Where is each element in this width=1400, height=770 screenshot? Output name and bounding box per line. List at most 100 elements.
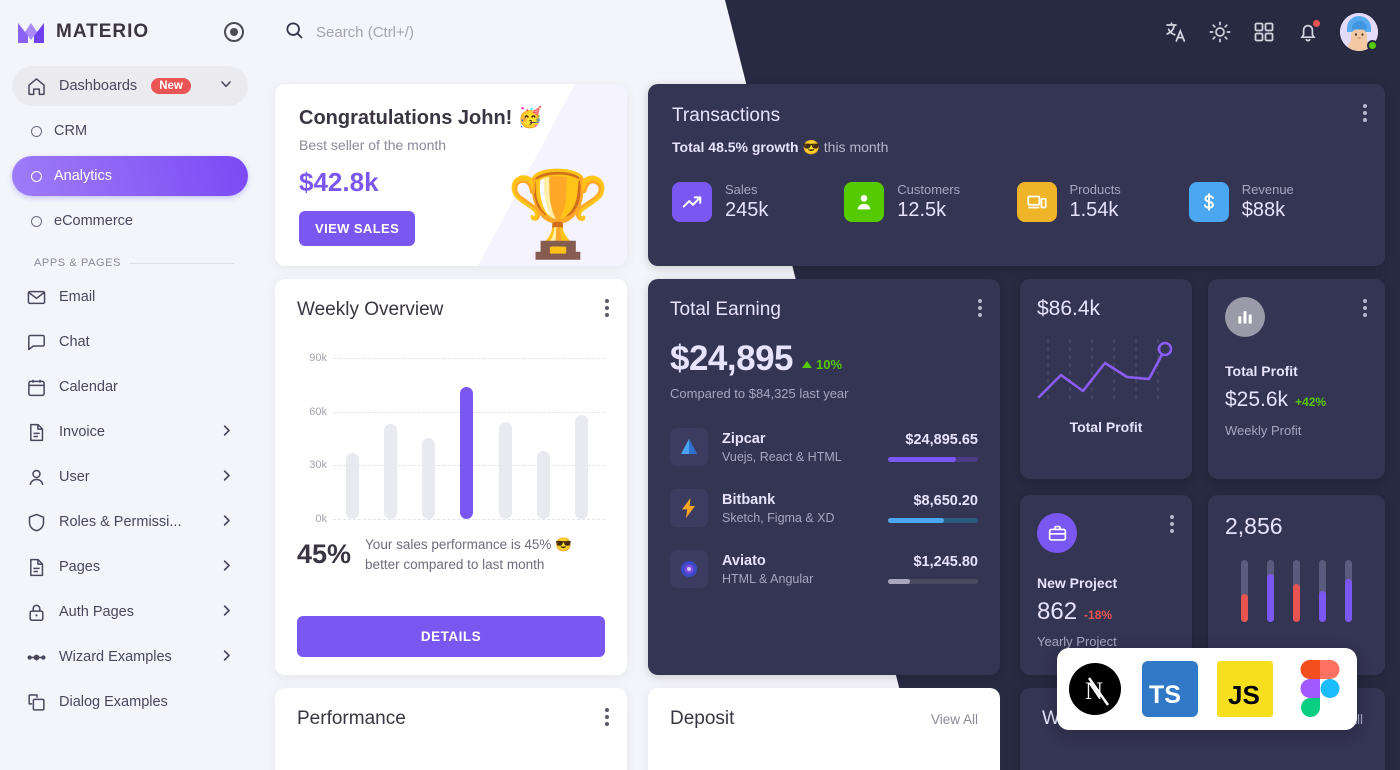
avatar[interactable] xyxy=(1340,13,1378,51)
figma-logo-icon[interactable] xyxy=(1292,660,1348,717)
sidebar-item-chat[interactable]: Chat xyxy=(12,322,248,362)
earning-menu-button[interactable] xyxy=(974,295,986,321)
aviato-logo-icon xyxy=(670,550,708,588)
chat-icon xyxy=(26,332,47,353)
new-project-menu-button[interactable] xyxy=(1166,511,1178,537)
progress-bar xyxy=(888,518,978,523)
sidebar-item-pages[interactable]: Pages xyxy=(12,547,248,587)
list-item[interactable]: Bitbank Sketch, Figma & XD $8,650.20 xyxy=(670,489,978,527)
chart-bar xyxy=(1292,583,1300,622)
svg-text:JS: JS xyxy=(1228,680,1260,710)
weekly-menu-button[interactable] xyxy=(601,295,613,321)
stat-products: Products 1.54k xyxy=(1016,182,1189,222)
chevron-right-icon[interactable] xyxy=(219,648,234,667)
item-name: Aviato xyxy=(722,552,766,569)
chart-y-tick: 90k xyxy=(309,351,327,364)
copy-icon xyxy=(26,692,47,713)
earning-delta-value: 10% xyxy=(816,357,843,372)
sidebar-item-label: Calendar xyxy=(59,379,118,395)
sidebar-item-auth-pages[interactable]: Auth Pages xyxy=(12,592,248,632)
sidebar-section-label: APPS & PAGES xyxy=(34,257,234,269)
new-project-delta: -18% xyxy=(1084,608,1113,622)
sidebar-item-label: Roles & Permissi... xyxy=(59,514,182,530)
weekly-overview-card: Weekly Overview 0k 30k 60k 90k 45% Your sal… xyxy=(275,279,627,675)
earning-comparison: Compared to $84,325 last year xyxy=(670,386,849,401)
sidebar: MATERIO Dashboards New CRM Analytics eCo… xyxy=(0,0,260,770)
new-project-value-row: 862 -18% xyxy=(1037,598,1175,626)
notification-bell-icon[interactable] xyxy=(1296,19,1321,44)
transactions-period: this month xyxy=(823,139,889,155)
performance-note-line1: Your sales performance is 45% 😎 xyxy=(365,537,572,552)
divider xyxy=(129,262,234,264)
sidebar-item-ecommerce[interactable]: eCommerce xyxy=(12,201,248,241)
file-icon xyxy=(26,557,47,578)
performance-note: Your sales performance is 45% 😎 better c… xyxy=(365,535,572,574)
svg-text:TS: TS xyxy=(1149,681,1181,709)
view-sales-button[interactable]: VIEW SALES xyxy=(299,211,416,246)
new-project-caption: Yearly Project xyxy=(1037,634,1117,649)
details-button[interactable]: DETAILS xyxy=(297,616,605,657)
typescript-logo-icon[interactable]: TS xyxy=(1141,661,1198,717)
stat-label: Sales xyxy=(725,182,758,197)
sidebar-nav: Dashboards New CRM Analytics eCommerce A… xyxy=(0,66,260,722)
sessions-value: 2,856 xyxy=(1225,513,1283,539)
sidebar-item-label: CRM xyxy=(54,123,88,139)
chart-bar xyxy=(498,422,512,519)
weekly-profit-menu-button[interactable] xyxy=(1359,295,1371,321)
stat-value: 1.54k xyxy=(1069,199,1119,221)
chart-bar xyxy=(345,452,359,519)
file-icon xyxy=(26,422,47,443)
chart-bar-track xyxy=(1240,560,1248,622)
sidebar-item-analytics[interactable]: Analytics xyxy=(12,156,248,196)
apps-grid-icon[interactable] xyxy=(1252,20,1276,44)
sidebar-item-invoice[interactable]: Invoice xyxy=(12,412,248,452)
chevron-right-icon[interactable] xyxy=(219,423,234,442)
translate-icon[interactable] xyxy=(1164,20,1188,44)
transactions-menu-button[interactable] xyxy=(1359,100,1371,126)
stat-revenue: Revenue $88k xyxy=(1188,182,1361,222)
sidebar-item-calendar[interactable]: Calendar xyxy=(12,367,248,407)
chevron-right-icon[interactable] xyxy=(219,558,234,577)
nextjs-logo-icon[interactable]: N xyxy=(1067,661,1123,717)
performance-menu-button[interactable] xyxy=(601,704,613,730)
item-value: $24,895.65 xyxy=(905,432,978,448)
search-bar[interactable] xyxy=(284,20,636,45)
shield-icon xyxy=(26,512,47,533)
performance-summary: 45% Your sales performance is 45% 😎 bett… xyxy=(297,535,605,574)
theme-sun-icon[interactable] xyxy=(1208,20,1232,44)
sidebar-item-user[interactable]: User xyxy=(12,457,248,497)
transactions-card: Transactions Total 48.5% growth 😎 this m… xyxy=(648,84,1385,266)
stat-value: 12.5k xyxy=(897,199,947,221)
earning-list: Zipcar Vuejs, React & HTML $24,895.65 Bi… xyxy=(670,428,978,588)
trophy-icon: 🏆 xyxy=(506,167,611,261)
total-profit-sparkline xyxy=(1037,339,1173,401)
sunglasses-emoji-icon: 😎 xyxy=(802,139,820,155)
chevron-right-icon[interactable] xyxy=(219,468,234,487)
chevron-right-icon[interactable] xyxy=(219,513,234,532)
sidebar-group-dashboards[interactable]: Dashboards New xyxy=(12,66,248,106)
collapse-toggle-icon[interactable] xyxy=(224,22,244,42)
sidebar-item-roles-permissions[interactable]: Roles & Permissi... xyxy=(12,502,248,542)
performance-title: Performance xyxy=(297,708,406,729)
deposit-view-all-link[interactable]: View All xyxy=(931,712,978,727)
sidebar-item-wizard-examples[interactable]: Wizard Examples xyxy=(12,637,248,677)
chart-y-tick: 60k xyxy=(309,405,327,418)
lock-icon xyxy=(26,602,47,623)
list-item[interactable]: Zipcar Vuejs, React & HTML $24,895.65 xyxy=(670,428,978,466)
sidebar-item-crm[interactable]: CRM xyxy=(12,111,248,151)
sidebar-item-label: Invoice xyxy=(59,424,105,440)
javascript-logo-icon[interactable]: JS xyxy=(1216,661,1273,717)
sessions-bar-chart xyxy=(1225,560,1368,622)
chevron-down-icon[interactable] xyxy=(218,76,234,96)
search-input[interactable] xyxy=(316,23,636,41)
list-item[interactable]: Aviato HTML & Angular $1,245.80 xyxy=(670,550,978,588)
performance-card: Performance xyxy=(275,688,627,770)
item-desc: Sketch, Figma & XD xyxy=(722,510,835,525)
chevron-right-icon[interactable] xyxy=(219,603,234,622)
sidebar-new-badge: New xyxy=(151,78,191,94)
weekly-bar-chart: 0k 30k 60k 90k xyxy=(297,349,605,525)
sidebar-item-dialog-examples[interactable]: Dialog Examples xyxy=(12,682,248,722)
chart-bar-track xyxy=(1345,560,1353,622)
sidebar-item-email[interactable]: Email xyxy=(12,277,248,317)
chart-y-tick: 30k xyxy=(309,459,327,472)
